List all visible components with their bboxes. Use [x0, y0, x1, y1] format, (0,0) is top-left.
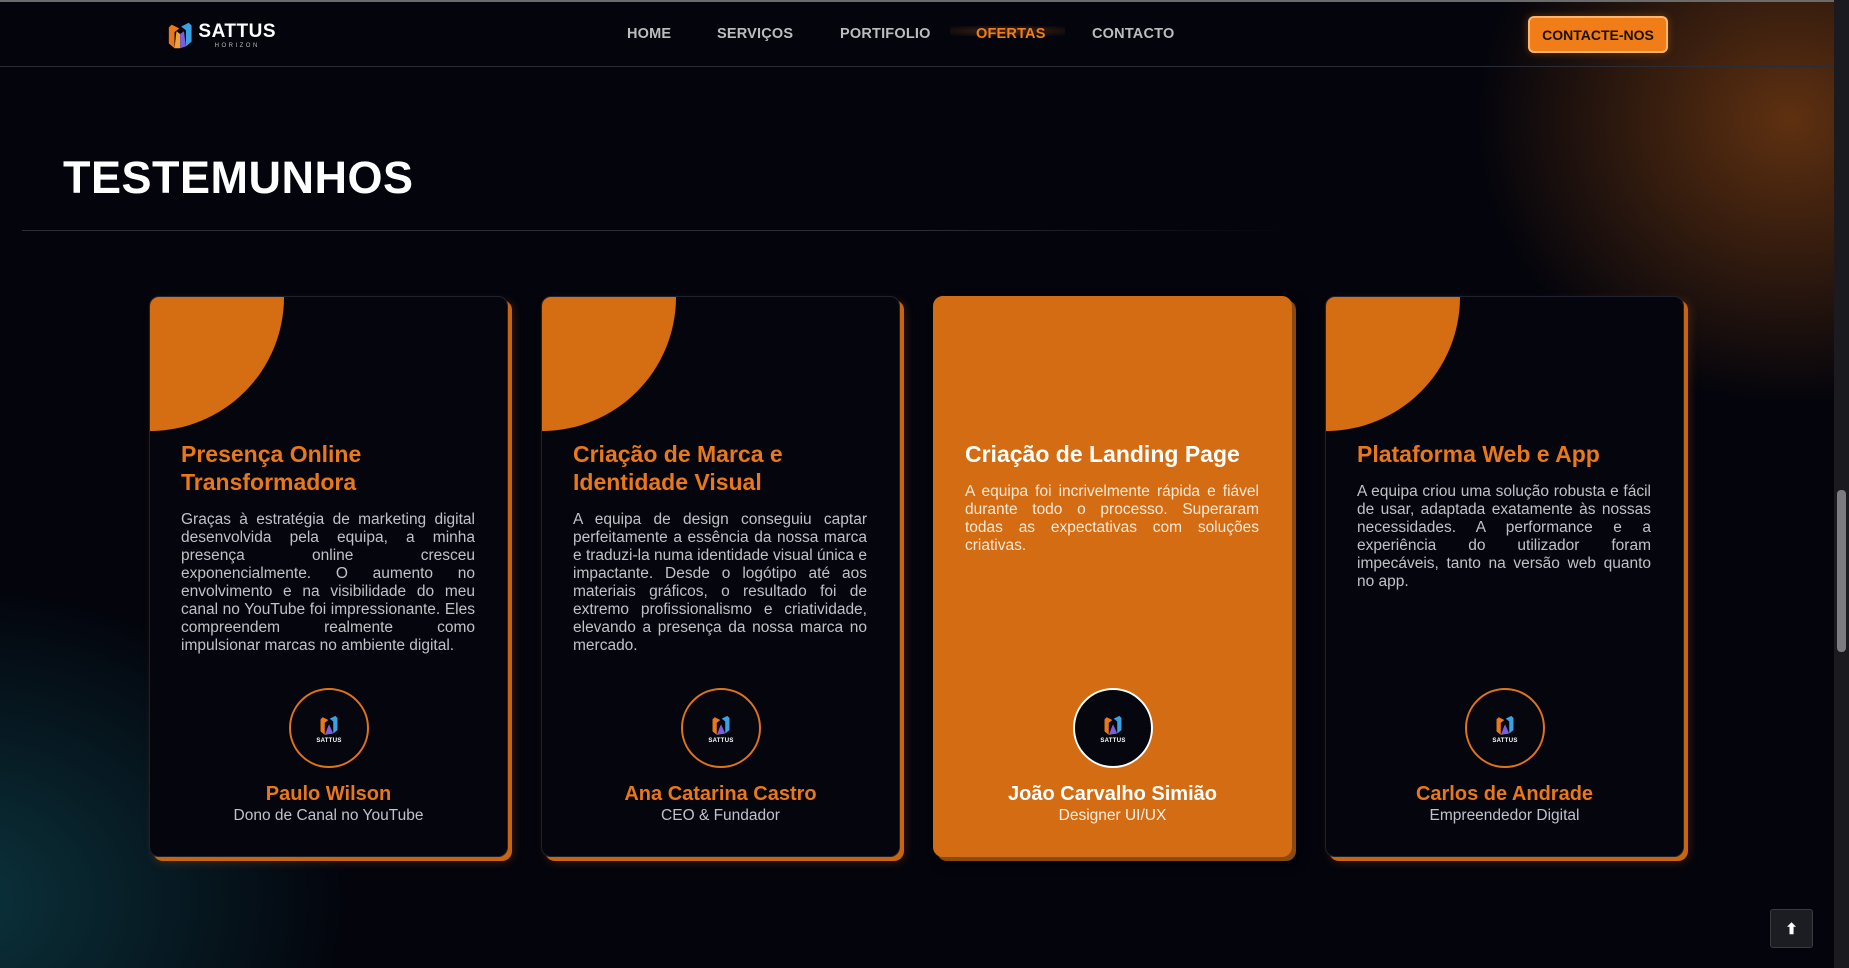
testimonial-title: Plataforma Web e App — [1357, 441, 1600, 467]
avatar: SATTUS — [289, 688, 369, 768]
person-name: Carlos de Andrade — [1415, 783, 1594, 805]
page-scrollbar[interactable] — [1834, 0, 1849, 968]
person-role: Designer UI/UX — [1058, 807, 1167, 824]
avatar-label: SATTUS — [708, 737, 734, 744]
avatar-label: SATTUS — [1100, 737, 1126, 744]
sattus-logo-icon — [1496, 715, 1514, 735]
testimonial-title: Criação de Marca e Identidade Visual — [573, 441, 783, 495]
nav-link-servicos[interactable]: SERVIÇOS — [717, 26, 793, 42]
person-role: Empreendedor Digital — [1429, 807, 1580, 824]
testimonial-text: A equipa criou uma solução robusta e fác… — [1357, 483, 1651, 590]
nav-link-contacto[interactable]: CONTACTO — [1092, 26, 1174, 42]
contact-us-button[interactable]: CONTACTE-NOS — [1528, 16, 1668, 53]
person-name: Paulo Wilson — [265, 783, 392, 805]
back-to-top-button[interactable]: ⬆ — [1770, 909, 1813, 948]
testimonial-text: A equipa foi incrivelmente rápida e fiáv… — [965, 483, 1259, 554]
testimonial-text: A equipa de design conseguiu captar perf… — [573, 511, 867, 654]
nav-link-portifolio[interactable]: PORTIFOLIO — [840, 26, 931, 42]
person-name: João Carvalho Simião — [1008, 783, 1217, 805]
testimonial-text: Graças à estratégia de marketing digital… — [181, 511, 475, 654]
scrollbar-thumb[interactable] — [1837, 490, 1846, 652]
card-corner-decoration — [150, 297, 284, 431]
testimonial-card: Presença Online Transformadora Graças à … — [149, 296, 508, 857]
sattus-logo-icon — [320, 715, 338, 735]
person-role: CEO & Fundador — [661, 807, 780, 824]
person-name: Ana Catarina Castro — [624, 783, 817, 805]
avatar-label: SATTUS — [1492, 737, 1518, 744]
testimonial-card: Criação de Marca e Identidade Visual A e… — [541, 296, 900, 857]
section-title: TESTEMUNHOS — [63, 152, 414, 203]
avatar-label: SATTUS — [316, 737, 342, 744]
section-divider — [22, 230, 1292, 231]
person-role: Dono de Canal no YouTube — [233, 807, 424, 824]
card-corner-decoration — [1326, 297, 1460, 431]
testimonial-title: Presença Online Transformadora — [181, 441, 362, 495]
arrow-up-icon: ⬆ — [1785, 920, 1798, 938]
avatar: SATTUS — [1465, 688, 1545, 768]
testimonial-title: Criação de Landing Page — [965, 441, 1240, 467]
card-corner-decoration — [542, 297, 676, 431]
testimonial-card-highlighted: Criação de Landing Page A equipa foi inc… — [933, 296, 1292, 857]
sattus-logo-icon — [1104, 715, 1122, 735]
testimonial-card: Plataforma Web e App A equipa criou uma … — [1325, 296, 1684, 857]
avatar: SATTUS — [1073, 688, 1153, 768]
avatar: SATTUS — [681, 688, 761, 768]
nav-link-ofertas[interactable]: OFERTAS — [976, 26, 1046, 42]
sattus-logo-icon — [712, 715, 730, 735]
nav-link-home[interactable]: HOME — [627, 26, 671, 42]
navbar: SATTUS HORIZON HOME SERVIÇOS PORTIFOLIO … — [0, 2, 1834, 67]
